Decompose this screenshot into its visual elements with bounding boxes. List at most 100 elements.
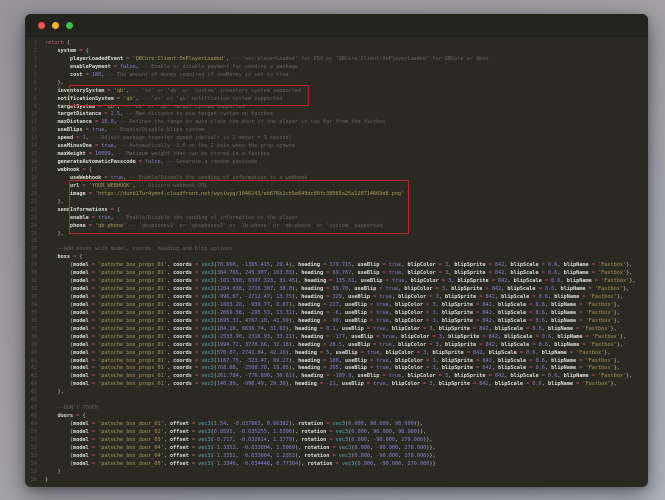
code-line[interactable]: 53 {model = 'patoche_box_door_04', offse… bbox=[25, 453, 648, 461]
code-line[interactable]: 47 --DON'T TOUCH bbox=[25, 405, 648, 413]
code-line[interactable]: 56} bbox=[25, 477, 648, 485]
code-line[interactable]: 29 {model = 'patoche_box_props_01', coor… bbox=[25, 262, 648, 270]
code-line[interactable]: 11 maxDistance = 10.0, -- Defines the ra… bbox=[25, 119, 648, 127]
code-text: {model = 'patoche_box_door_03', offset =… bbox=[45, 437, 432, 445]
code-line[interactable]: 33 {model = 'patoche_box_props_01', coor… bbox=[25, 294, 648, 302]
code-line[interactable]: 34 {model = 'patoche_box_props_01', coor… bbox=[25, 302, 648, 310]
code-text: }, bbox=[45, 231, 64, 239]
line-number: 23 bbox=[25, 215, 37, 223]
code-line[interactable]: 26 bbox=[25, 238, 648, 246]
line-number: 41 bbox=[25, 358, 37, 366]
code-line[interactable]: 42 {model = 'patoche_box_props_01', coor… bbox=[25, 365, 648, 373]
code-line[interactable]: 6 }, bbox=[25, 80, 648, 88]
code-line[interactable]: 12 useBlips = true, -- Enable/Disable bl… bbox=[25, 127, 648, 135]
code-line[interactable]: 18 useWebhook = true, -- Enable/Disable … bbox=[25, 175, 648, 183]
code-line[interactable]: 36 {model = 'patoche_box_props_01', coor… bbox=[25, 318, 648, 326]
code-line[interactable]: 17 webhook = { bbox=[25, 167, 648, 175]
code-line[interactable]: 37 {model = 'patoche_box_props_01', coor… bbox=[25, 326, 648, 334]
close-button[interactable] bbox=[38, 22, 45, 29]
code-text: {model = 'patoche_box_props_01', coords … bbox=[45, 286, 629, 294]
code-text: useBlips = true, -- Enable/Disable blips… bbox=[45, 127, 204, 135]
code-text: maxDistance = 10.0, -- Defines the range… bbox=[45, 119, 385, 127]
line-number: 48 bbox=[25, 413, 37, 421]
code-text: {model = 'patoche_box_props_01', coords … bbox=[45, 278, 636, 286]
code-line[interactable]: 41 {model = 'patoche_box_props_01', coor… bbox=[25, 358, 648, 366]
line-number: 10 bbox=[25, 111, 37, 119]
code-text: maxWeight = 10000, -- Maximum weight tha… bbox=[45, 151, 270, 159]
code-text: {model = 'patoche_box_props_01', coords … bbox=[45, 373, 632, 381]
maximize-button[interactable] bbox=[66, 22, 73, 29]
line-number: 53 bbox=[25, 453, 37, 461]
line-number: 56 bbox=[25, 477, 37, 485]
code-line[interactable]: 30 {model = 'patoche_box_props_01', coor… bbox=[25, 270, 648, 278]
code-line[interactable]: 43 {model = 'patoche_box_props_01', coor… bbox=[25, 373, 648, 381]
code-line[interactable]: 31 {model = 'patoche_box_props_01', coor… bbox=[25, 278, 648, 286]
code-line[interactable]: 35 {model = 'patoche_box_props_01', coor… bbox=[25, 310, 648, 318]
code-line[interactable]: 10 targetDistance = 2.5, -- Max distance… bbox=[25, 111, 648, 119]
minimize-button[interactable] bbox=[52, 22, 59, 29]
line-number: 24 bbox=[25, 223, 37, 231]
code-line[interactable]: 32 {model = 'patoche_box_props_01', coor… bbox=[25, 286, 648, 294]
code-line[interactable]: 40 {model = 'patoche_box_props_01', coor… bbox=[25, 350, 648, 358]
code-text: inventorySystem = 'qb', -- 'ox' or 'qb' … bbox=[45, 88, 301, 96]
line-number: 25 bbox=[25, 231, 37, 239]
code-line[interactable]: 23 enable = true, -- Enable/Disable the … bbox=[25, 215, 648, 223]
code-line[interactable]: 25 }, bbox=[25, 231, 648, 239]
code-text: webhook = { bbox=[45, 167, 92, 175]
code-line[interactable]: 46 bbox=[25, 397, 648, 405]
code-line[interactable]: 4 enablePayment = false, -- Enable or di… bbox=[25, 64, 648, 72]
code-line[interactable]: 8 notificationSystem = 'qb', -- 'ox' or … bbox=[25, 96, 648, 104]
code-editor-content[interactable]: 1return {2 system = {3 playerLoadedEvent… bbox=[25, 37, 648, 485]
code-line[interactable]: 16 generateAutomaticPasscode = false, --… bbox=[25, 159, 648, 167]
code-line[interactable]: 28 boxs = { bbox=[25, 254, 648, 262]
code-text: generateAutomaticPasscode = false, -- Ge… bbox=[45, 159, 257, 167]
code-line[interactable]: 50 {model = 'patoche_box_door_02', offse… bbox=[25, 429, 648, 437]
code-line[interactable]: 15 maxWeight = 10000, -- Maximum weight … bbox=[25, 151, 648, 159]
code-text: {model = 'patoche_box_props_01', coords … bbox=[45, 381, 617, 389]
line-number: 21 bbox=[25, 199, 37, 207]
code-text: }, bbox=[45, 199, 64, 207]
code-line[interactable]: 38 {model = 'patoche_box_props_01', coor… bbox=[25, 334, 648, 342]
line-number: 47 bbox=[25, 405, 37, 413]
code-line[interactable]: 13 speed = 1, -- Adjust package transfer… bbox=[25, 135, 648, 143]
code-line[interactable]: 51 {model = 'patoche_box_door_03', offse… bbox=[25, 437, 648, 445]
code-line[interactable]: 24 phone = 'qb-phone' -- 'gksphonev1' or… bbox=[25, 223, 648, 231]
code-text: {model = 'patoche_box_props_01', coords … bbox=[45, 302, 620, 310]
code-line[interactable]: 49 {model = 'patoche_box_door_01', offse… bbox=[25, 421, 648, 429]
line-number: 1 bbox=[25, 40, 37, 48]
code-line[interactable]: 54 {model = 'patoche_box_door_05', offse… bbox=[25, 461, 648, 469]
code-text: } bbox=[45, 469, 61, 477]
code-line[interactable]: 9 targetSystem = 'qb', -- 'ox' or 'qb' t… bbox=[25, 104, 648, 112]
code-line[interactable]: 2 system = { bbox=[25, 48, 648, 56]
code-line[interactable]: 7 inventorySystem = 'qb', -- 'ox' or 'qb… bbox=[25, 88, 648, 96]
line-number: 28 bbox=[25, 254, 37, 262]
line-number: 15 bbox=[25, 151, 37, 159]
code-line[interactable]: 20 image = 'https://dunb17ur4ymx4.cloudf… bbox=[25, 191, 648, 199]
code-text: {model = 'patoche_box_props_01', coords … bbox=[45, 318, 620, 326]
code-line[interactable]: 52 {model = 'patoche_box_door_04', offse… bbox=[25, 445, 648, 453]
code-line[interactable]: 3 playerLoadedEvent = 'QBCore:Client:OnP… bbox=[25, 56, 648, 64]
code-line[interactable]: 55 } bbox=[25, 469, 648, 477]
code-line[interactable]: 14 useMinusOne = true, -- Automatically … bbox=[25, 143, 648, 151]
code-line[interactable]: 45 }, bbox=[25, 389, 648, 397]
code-line[interactable]: 1return { bbox=[25, 40, 648, 48]
line-number: 50 bbox=[25, 429, 37, 437]
code-text: {model = 'patoche_box_props_01', coords … bbox=[45, 365, 620, 373]
line-number: 14 bbox=[25, 143, 37, 151]
code-text: targetSystem = 'qb', -- 'ox' or 'qb' tar… bbox=[45, 104, 245, 112]
line-number: 37 bbox=[25, 326, 37, 334]
line-number: 2 bbox=[25, 48, 37, 56]
code-text: {model = 'patoche_box_door_02', offset =… bbox=[45, 429, 426, 437]
code-line[interactable]: 5 cost = 100, -- The amount of money req… bbox=[25, 72, 648, 80]
code-line[interactable]: 44 {model = 'patoche_box_props_01', coor… bbox=[25, 381, 648, 389]
line-number: 49 bbox=[25, 421, 37, 429]
line-number: 13 bbox=[25, 135, 37, 143]
code-line[interactable]: 22 sendInformations = { bbox=[25, 207, 648, 215]
line-number: 44 bbox=[25, 381, 37, 389]
code-line[interactable]: 27 --Add boxes with model, coords, headi… bbox=[25, 246, 648, 254]
code-line[interactable]: 48 doors = { bbox=[25, 413, 648, 421]
line-number: 7 bbox=[25, 88, 37, 96]
code-line[interactable]: 21 }, bbox=[25, 199, 648, 207]
code-line[interactable]: 39 {model = 'patoche_box_props_01', coor… bbox=[25, 342, 648, 350]
code-line[interactable]: 19 url = 'YOUR_WEBHOOK', -- Discord webh… bbox=[25, 183, 648, 191]
